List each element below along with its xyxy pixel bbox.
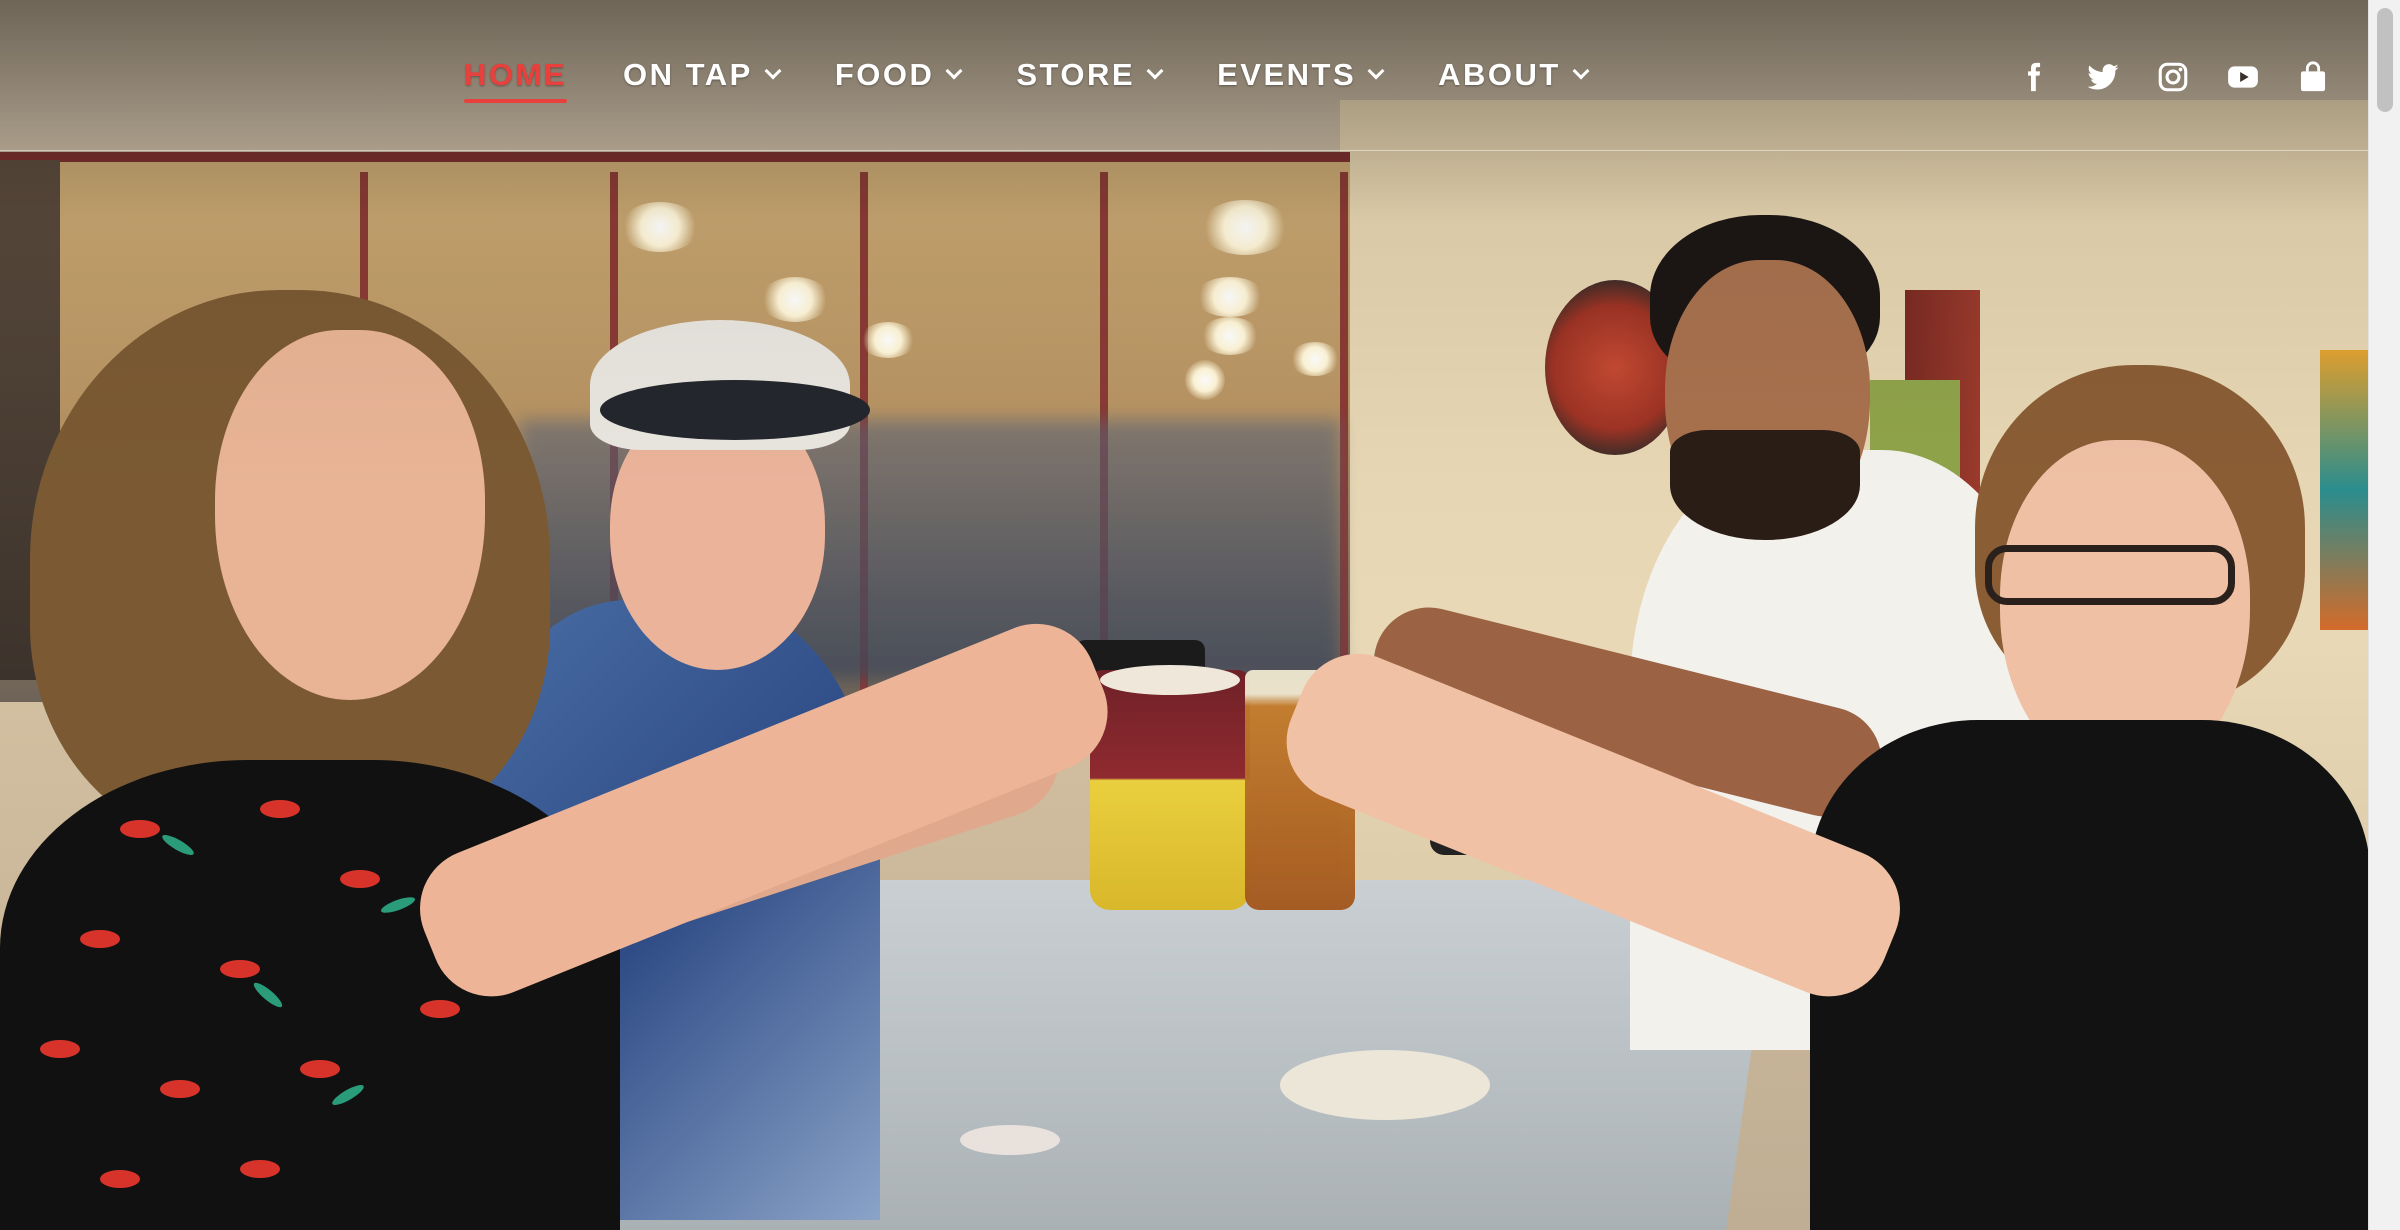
nav-item-home[interactable]: HOME bbox=[464, 57, 567, 103]
social-links bbox=[1985, 55, 2335, 99]
nav-item-label: FOOD bbox=[834, 57, 935, 92]
site-header: HOME ON TAP FOOD STORE EVENTS ABOUT bbox=[0, 0, 2368, 151]
nav-item-label: EVENTS bbox=[1217, 57, 1357, 92]
chevron-down-icon bbox=[945, 62, 963, 80]
hero-image bbox=[0, 0, 2368, 1230]
chevron-down-icon bbox=[764, 62, 782, 80]
twitter-icon[interactable] bbox=[2081, 55, 2125, 99]
nav-item-label: ON TAP bbox=[623, 57, 753, 92]
instagram-icon[interactable] bbox=[2151, 55, 2195, 99]
nav-item-on-tap[interactable]: ON TAP bbox=[623, 57, 782, 93]
nav-item-label: STORE bbox=[1016, 57, 1136, 92]
main-nav: HOME ON TAP FOOD STORE EVENTS ABOUT bbox=[464, 52, 1643, 103]
nav-item-about[interactable]: ABOUT bbox=[1438, 57, 1590, 93]
chevron-down-icon bbox=[1146, 62, 1164, 80]
nav-item-events[interactable]: EVENTS bbox=[1217, 57, 1385, 93]
chevron-down-icon bbox=[1572, 62, 1590, 80]
nav-item-store[interactable]: STORE bbox=[1016, 57, 1164, 93]
shopping-bag-icon[interactable] bbox=[2291, 55, 2335, 99]
page: HOME ON TAP FOOD STORE EVENTS ABOUT bbox=[0, 0, 2400, 1230]
hero-overlay bbox=[0, 0, 2368, 1230]
nav-item-label: HOME bbox=[464, 57, 567, 92]
scrollbar-thumb[interactable] bbox=[2377, 8, 2393, 112]
facebook-icon[interactable] bbox=[2011, 55, 2055, 99]
scrollbar[interactable] bbox=[2368, 0, 2400, 1230]
youtube-icon[interactable] bbox=[2221, 55, 2265, 99]
chevron-down-icon bbox=[1367, 62, 1385, 80]
nav-item-label: ABOUT bbox=[1438, 57, 1561, 92]
nav-item-food[interactable]: FOOD bbox=[834, 57, 963, 93]
